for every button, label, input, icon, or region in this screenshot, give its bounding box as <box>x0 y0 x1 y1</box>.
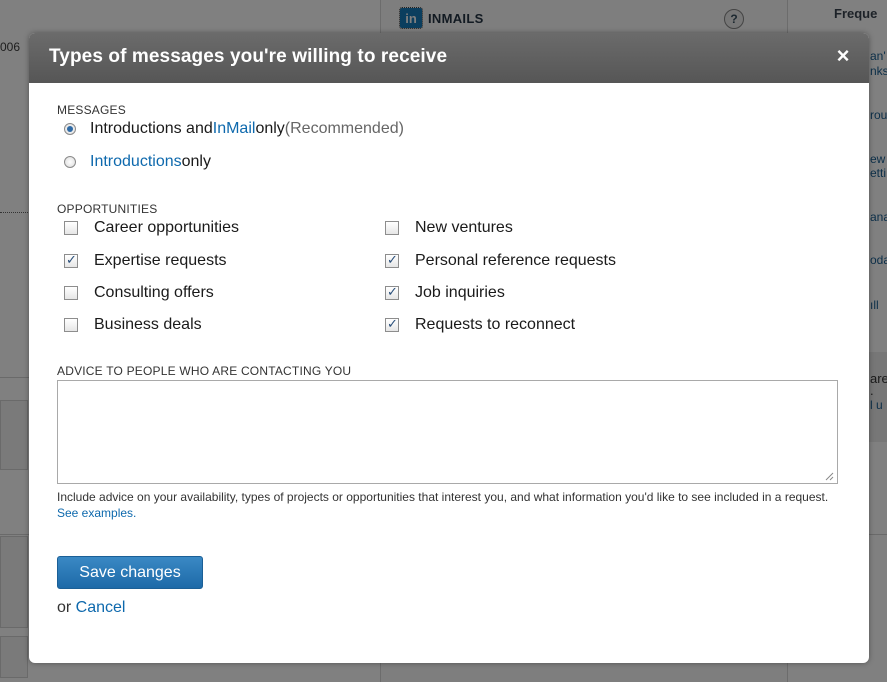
message-preferences-dialog: Types of messages you're willing to rece… <box>29 33 869 663</box>
introductions-link[interactable]: Introductions <box>90 153 182 171</box>
checkbox-job-inquiries[interactable]: Job inquiries <box>385 284 505 302</box>
option-text: only <box>181 153 211 170</box>
checkbox[interactable] <box>385 221 399 235</box>
checkbox-label: Consulting offers <box>94 284 214 301</box>
background-left-box <box>0 636 28 678</box>
checkbox-requests-to-reconnect[interactable]: Requests to reconnect <box>385 316 575 334</box>
radio-option-introductions-only[interactable]: Introductions only <box>64 153 211 171</box>
close-icon[interactable]: × <box>833 45 853 67</box>
cancel-link[interactable]: Cancel <box>76 599 126 616</box>
linkedin-logo-icon: in <box>399 7 423 29</box>
advice-help-message: Include advice on your availability, typ… <box>57 490 829 504</box>
checkbox-checked[interactable] <box>385 316 399 332</box>
checkbox-label: Career opportunities <box>94 219 239 236</box>
background-fragment: ana <box>870 210 887 224</box>
checkbox-label: Personal reference requests <box>415 252 616 269</box>
checkbox-checked[interactable] <box>385 252 399 268</box>
radio-button[interactable] <box>64 156 76 168</box>
checkbox-personal-reference-requests[interactable]: Personal reference requests <box>385 252 616 270</box>
radio-option-introductions-and-inmail[interactable]: Introductions and InMail only (Recommend… <box>64 120 404 138</box>
checkbox-label: Expertise requests <box>94 252 227 269</box>
radio-button-checked[interactable] <box>64 123 76 135</box>
checkbox-new-ventures[interactable]: New ventures <box>385 219 513 237</box>
checkbox-expertise-requests[interactable]: Expertise requests <box>64 252 227 270</box>
cancel-row: or Cancel <box>57 599 125 617</box>
background-fragment: rou <box>870 108 887 122</box>
advice-section-label: ADVICE TO PEOPLE WHO ARE CONTACTING YOU <box>57 364 352 378</box>
background-fragment: ew <box>870 152 886 166</box>
background-inmails-header: in INMAILS <box>399 7 484 29</box>
checkbox-consulting-offers[interactable]: Consulting offers <box>64 284 214 302</box>
background-fragment: nks <box>870 64 887 78</box>
messages-section-label: MESSAGES <box>57 103 126 117</box>
background-fragment: oda <box>870 253 887 267</box>
background-fragment: ıll <box>870 298 879 312</box>
checkbox-label: Job inquiries <box>415 284 505 301</box>
checkbox[interactable] <box>64 286 78 300</box>
dialog-title: Types of messages you're willing to rece… <box>49 46 448 67</box>
background-left-box <box>0 400 28 470</box>
advice-textarea[interactable] <box>57 380 838 484</box>
advice-help-text: Include advice on your availability, typ… <box>57 489 837 521</box>
checkbox-business-deals[interactable]: Business deals <box>64 316 202 334</box>
dialog-header: Types of messages you're willing to rece… <box>29 33 869 83</box>
opportunities-section-label: OPPORTUNITIES <box>57 202 158 216</box>
or-text: or <box>57 599 76 616</box>
background-fragment: etti <box>870 166 887 180</box>
inmails-label: INMAILS <box>428 10 484 26</box>
recommended-note: (Recommended) <box>284 120 404 137</box>
checkbox-label: Business deals <box>94 316 202 333</box>
checkbox[interactable] <box>64 318 78 332</box>
save-changes-button[interactable]: Save changes <box>57 556 203 589</box>
background-fragment: l u <box>870 398 883 412</box>
checkbox[interactable] <box>64 221 78 235</box>
inmail-link[interactable]: InMail <box>213 120 256 138</box>
background-fragment: an' <box>870 49 886 63</box>
checkbox-label: Requests to reconnect <box>415 316 576 333</box>
checkbox-label: New ventures <box>415 219 513 236</box>
background-dotted-divider <box>0 212 30 213</box>
option-text: Introductions and <box>90 120 213 137</box>
background-left-box <box>0 536 28 628</box>
see-examples-link[interactable]: See examples. <box>57 506 136 520</box>
background-right-heading: Freque <box>834 6 878 21</box>
checkbox-checked[interactable] <box>385 284 399 300</box>
background-fragment: . <box>870 383 874 398</box>
checkbox-checked[interactable] <box>64 252 78 268</box>
resize-handle-icon[interactable] <box>824 471 834 481</box>
checkbox-career-opportunities[interactable]: Career opportunities <box>64 219 239 237</box>
help-icon: ? <box>724 9 744 29</box>
option-text: only <box>255 120 285 137</box>
background-left-number: 006 <box>0 40 21 54</box>
